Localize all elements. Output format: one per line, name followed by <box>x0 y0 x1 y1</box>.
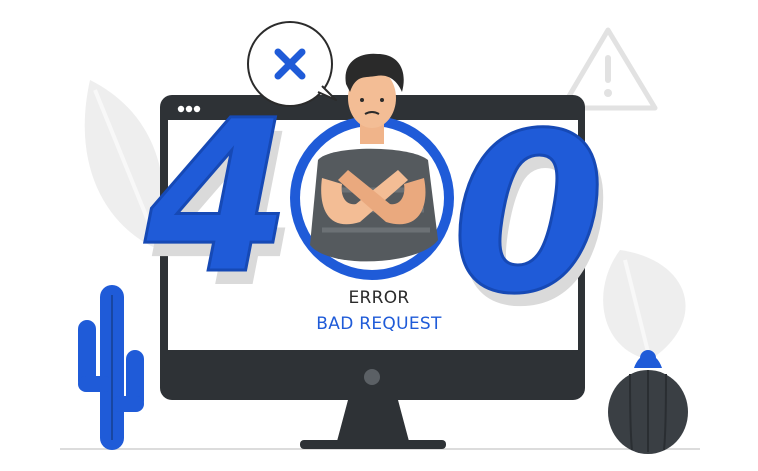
svg-text:4: 4 <box>144 75 291 320</box>
error-description: BAD REQUEST <box>316 314 442 334</box>
person-illustration <box>310 53 438 262</box>
monitor-stand <box>336 400 410 445</box>
cactus-left <box>78 285 144 450</box>
error-label: ERROR <box>348 288 410 308</box>
error-illustration: 4 4 0 0 <box>60 21 700 454</box>
cactus-right <box>608 350 688 454</box>
